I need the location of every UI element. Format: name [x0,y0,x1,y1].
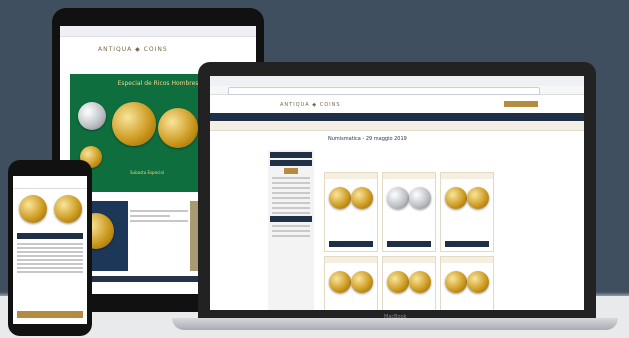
product-card[interactable] [440,256,494,310]
sidebar-button[interactable] [270,152,312,158]
filter-sidebar [268,150,314,310]
tablet-site-header: ANTIQUA ◆ COINS [60,37,256,65]
coin-image [19,195,47,223]
card-text [130,207,188,225]
laptop-brand-label: MacBook [384,314,407,320]
coin-image [112,102,156,146]
site-nav[interactable] [210,113,584,121]
tablet-brand: ANTIQUA ◆ COINS [98,46,168,53]
sidebar-button[interactable] [284,168,298,174]
coin-image [158,108,198,148]
url-input[interactable] [228,87,540,95]
site-header: ANTIQUA ◆ COINS [210,95,584,113]
browser-tab-bar [210,76,584,86]
tablet-status-bar [60,26,256,37]
product-card[interactable] [382,256,436,310]
phone-device [8,160,92,336]
phone-action-button[interactable] [17,311,83,318]
laptop-device: ANTIQUA ◆ COINS Numismatica - 29 maggio … [198,62,596,326]
phone-screen [13,176,87,324]
hero-subtitle: Subasta Especial [130,170,164,175]
laptop-screen: ANTIQUA ◆ COINS Numismatica - 29 maggio … [210,76,584,310]
site-brand: ANTIQUA ◆ COINS [280,102,341,108]
product-card[interactable] [382,172,436,252]
phone-title-bar [17,233,83,239]
product-card[interactable] [324,172,378,252]
sidebar-button[interactable] [270,216,312,222]
product-card[interactable] [324,256,378,310]
coin-image [54,195,83,223]
product-card[interactable] [440,172,494,252]
sidebar-button[interactable] [270,160,312,166]
coin-image [78,102,106,130]
phone-header [13,176,87,189]
breadcrumb [210,121,584,131]
page-title: Numismatica - 29 maggio 2019 [328,136,407,142]
header-buttons[interactable] [504,101,538,107]
browser-url-bar [210,86,584,95]
product-grid [324,172,494,310]
